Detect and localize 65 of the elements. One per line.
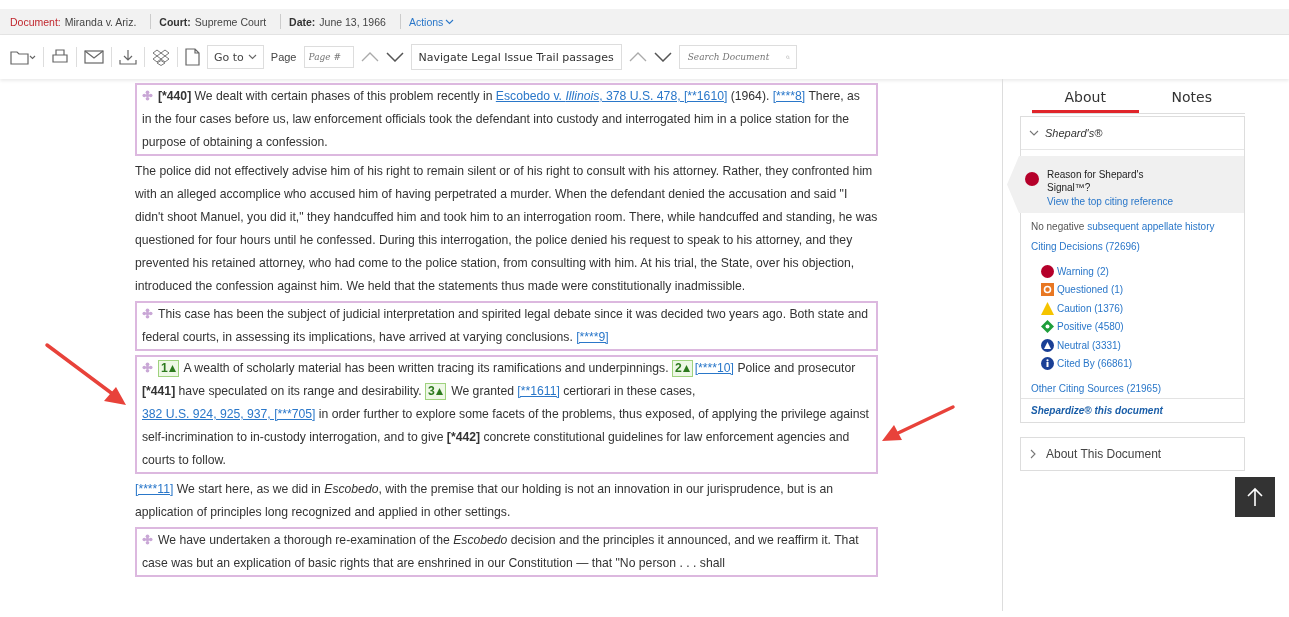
citation-link[interactable]: [****9] xyxy=(576,330,609,344)
citation-link[interactable]: [****10] xyxy=(694,361,734,375)
note-badge[interactable]: 3 xyxy=(425,383,446,400)
flower-icon xyxy=(142,534,153,545)
paragraph-text: [****11] We start here, as we did in Escobedo, with the premise that our holding is not an innovation in our jurisprudence, but is an application of principles long recognized and applied in other settings. xyxy=(135,481,835,521)
flower-icon xyxy=(142,308,153,319)
date-value: June 13, 1966 xyxy=(319,15,386,28)
caret-icon xyxy=(445,18,455,25)
note-badge[interactable]: 1 xyxy=(158,360,179,377)
chevron-icon xyxy=(1029,129,1039,137)
top-citing-link[interactable]: View the top citing reference xyxy=(1047,196,1173,207)
history-text: No negative subsequent appellate history xyxy=(1031,221,1216,232)
citation-link[interactable]: 382 U.S. 924, 925, 937, [***705] xyxy=(142,407,316,421)
signal-question: Reason for Shepard's Signal™? xyxy=(1047,168,1145,194)
chevron-up-icon[interactable] xyxy=(628,52,647,62)
arrow-up-icon xyxy=(1247,487,1263,507)
folder-icon[interactable] xyxy=(10,49,36,65)
highlighted-paragraph: 1 A wealth of scholarly material has been written tracing its ramifications and underpinnings. 2 [****10] Police and prosecutor [*441] have speculated on its range and desirability. 3 We granted [**1611] certiorari in these cases, 382 U.S. 924, 925, 937, [***705] in order further to explore some facets of the problems, thus exposed, of applying the privilege against self-incrimination to in-custody interrogation, and to give [*442] concrete constitutional guidelines for law enforcement agencies and courts to follow. xyxy=(135,355,878,474)
citation-link[interactable]: [****8] xyxy=(772,89,806,103)
back-to-top-button[interactable] xyxy=(1235,477,1275,517)
download-icon[interactable] xyxy=(119,49,137,65)
sidebar-tab[interactable]: About xyxy=(1032,85,1139,113)
page-number-field[interactable]: Page # xyxy=(303,46,354,68)
highlighted-paragraph: We have undertaken a thorough re-examination of the Escobedo decision and the principles it announced, and we reaffirm it. That case was but an explication of basic rights that are enshrined in our Constitution — that "No person . . . shall xyxy=(135,527,878,577)
appellate-history-link[interactable]: subsequent appellate history xyxy=(1087,221,1215,232)
citing-decisions-link[interactable]: Citing Decisions (72696) xyxy=(1031,241,1236,252)
chevron-icon xyxy=(1029,449,1037,459)
chevron-up-icon[interactable] xyxy=(360,52,379,62)
signal-link[interactable]: Questioned (1) xyxy=(1057,284,1124,296)
other-citing-sources-link[interactable]: Other Citing Sources (21965) xyxy=(1031,383,1236,394)
paragraph-text: The police did not effectively advise him of his right to remain silent or of his right to consult with his attorney. Rather, they confronted him with an alleged accomplice who accused him of having perpetrated a murder. When the defendant denied the accusation and said "I didn't shoot Manuel, you did it," they handcuffed him and took him to an interrogation room. There, while handcuffed and standing, he was questioned for four hours until he confessed. During this interrogation, the police denied his request to speak to his attorney, and they prevented his retained attorney, who had come to the police station, from consulting with him. At his trial, the State, over his objection, introduced the confession against him. We held that the statements thus made were constitutionally inadmissible. xyxy=(135,163,878,295)
signal-link[interactable]: Caution (1376) xyxy=(1057,302,1124,314)
document-icon[interactable] xyxy=(185,48,200,66)
citation-link[interactable]: [**1611] xyxy=(517,384,560,398)
date-label: Date: xyxy=(289,15,316,28)
signal-link[interactable]: Neutral (3331) xyxy=(1057,339,1121,351)
flower-icon xyxy=(142,362,153,373)
court-name: Supreme Court xyxy=(194,15,267,28)
search-field[interactable]: Search Document xyxy=(678,45,797,69)
court-label: Court: xyxy=(159,15,191,28)
print-icon[interactable] xyxy=(51,49,69,65)
signal-link[interactable]: Cited By (66861) xyxy=(1057,358,1133,370)
flower-icon xyxy=(142,90,153,101)
mail-icon[interactable] xyxy=(84,50,104,64)
caret-icon xyxy=(247,54,257,60)
dropbox-icon[interactable] xyxy=(152,48,170,66)
shepards-toggle[interactable]: Shepard's® xyxy=(1021,117,1244,150)
signal-link[interactable]: Positive (4580) xyxy=(1057,321,1124,333)
page-label: Page xyxy=(270,51,297,63)
document-label: Document: xyxy=(10,15,61,28)
citation-link[interactable]: Escobedo v. Illinois, 378 U.S. 478, [**1610] xyxy=(495,89,728,103)
chevron-down-icon[interactable] xyxy=(653,52,672,62)
document-name: Miranda v. Ariz. xyxy=(64,15,137,28)
go-to-dropdown[interactable]: Go to xyxy=(207,45,264,69)
citation-link[interactable]: [****11] xyxy=(135,482,174,496)
about-document-toggle[interactable]: About This Document xyxy=(1020,437,1245,471)
chevron-down-icon[interactable] xyxy=(385,52,404,62)
highlighted-paragraph: [*440] We dealt with certain phases of this problem recently in Escobedo v. Illinois, 378 U.S. 478, [**1610] (1964). [****8] There, as in the four cases before us, law enforcement officials took the defendant into custody and interrogated him in a police station for the purpose of obtaining a confession. xyxy=(135,83,878,156)
legal-issue-trail-button[interactable]: Navigate Legal Issue Trail passages xyxy=(410,44,622,70)
highlighted-paragraph: This case has been the subject of judicial interpretation and spirited legal debate since it was decided two years ago. Both state and federal courts, in assessing its implications, have arrived at varying conclusions. [****9] xyxy=(135,301,878,351)
actions-menu[interactable]: Actions xyxy=(408,15,455,28)
sidebar-tab[interactable]: Notes xyxy=(1138,85,1245,113)
note-badge[interactable]: 2 xyxy=(671,360,693,377)
signal-link[interactable]: Warning (2) xyxy=(1057,265,1109,277)
shepardize-link[interactable]: Shepardize® this document xyxy=(1021,398,1244,422)
